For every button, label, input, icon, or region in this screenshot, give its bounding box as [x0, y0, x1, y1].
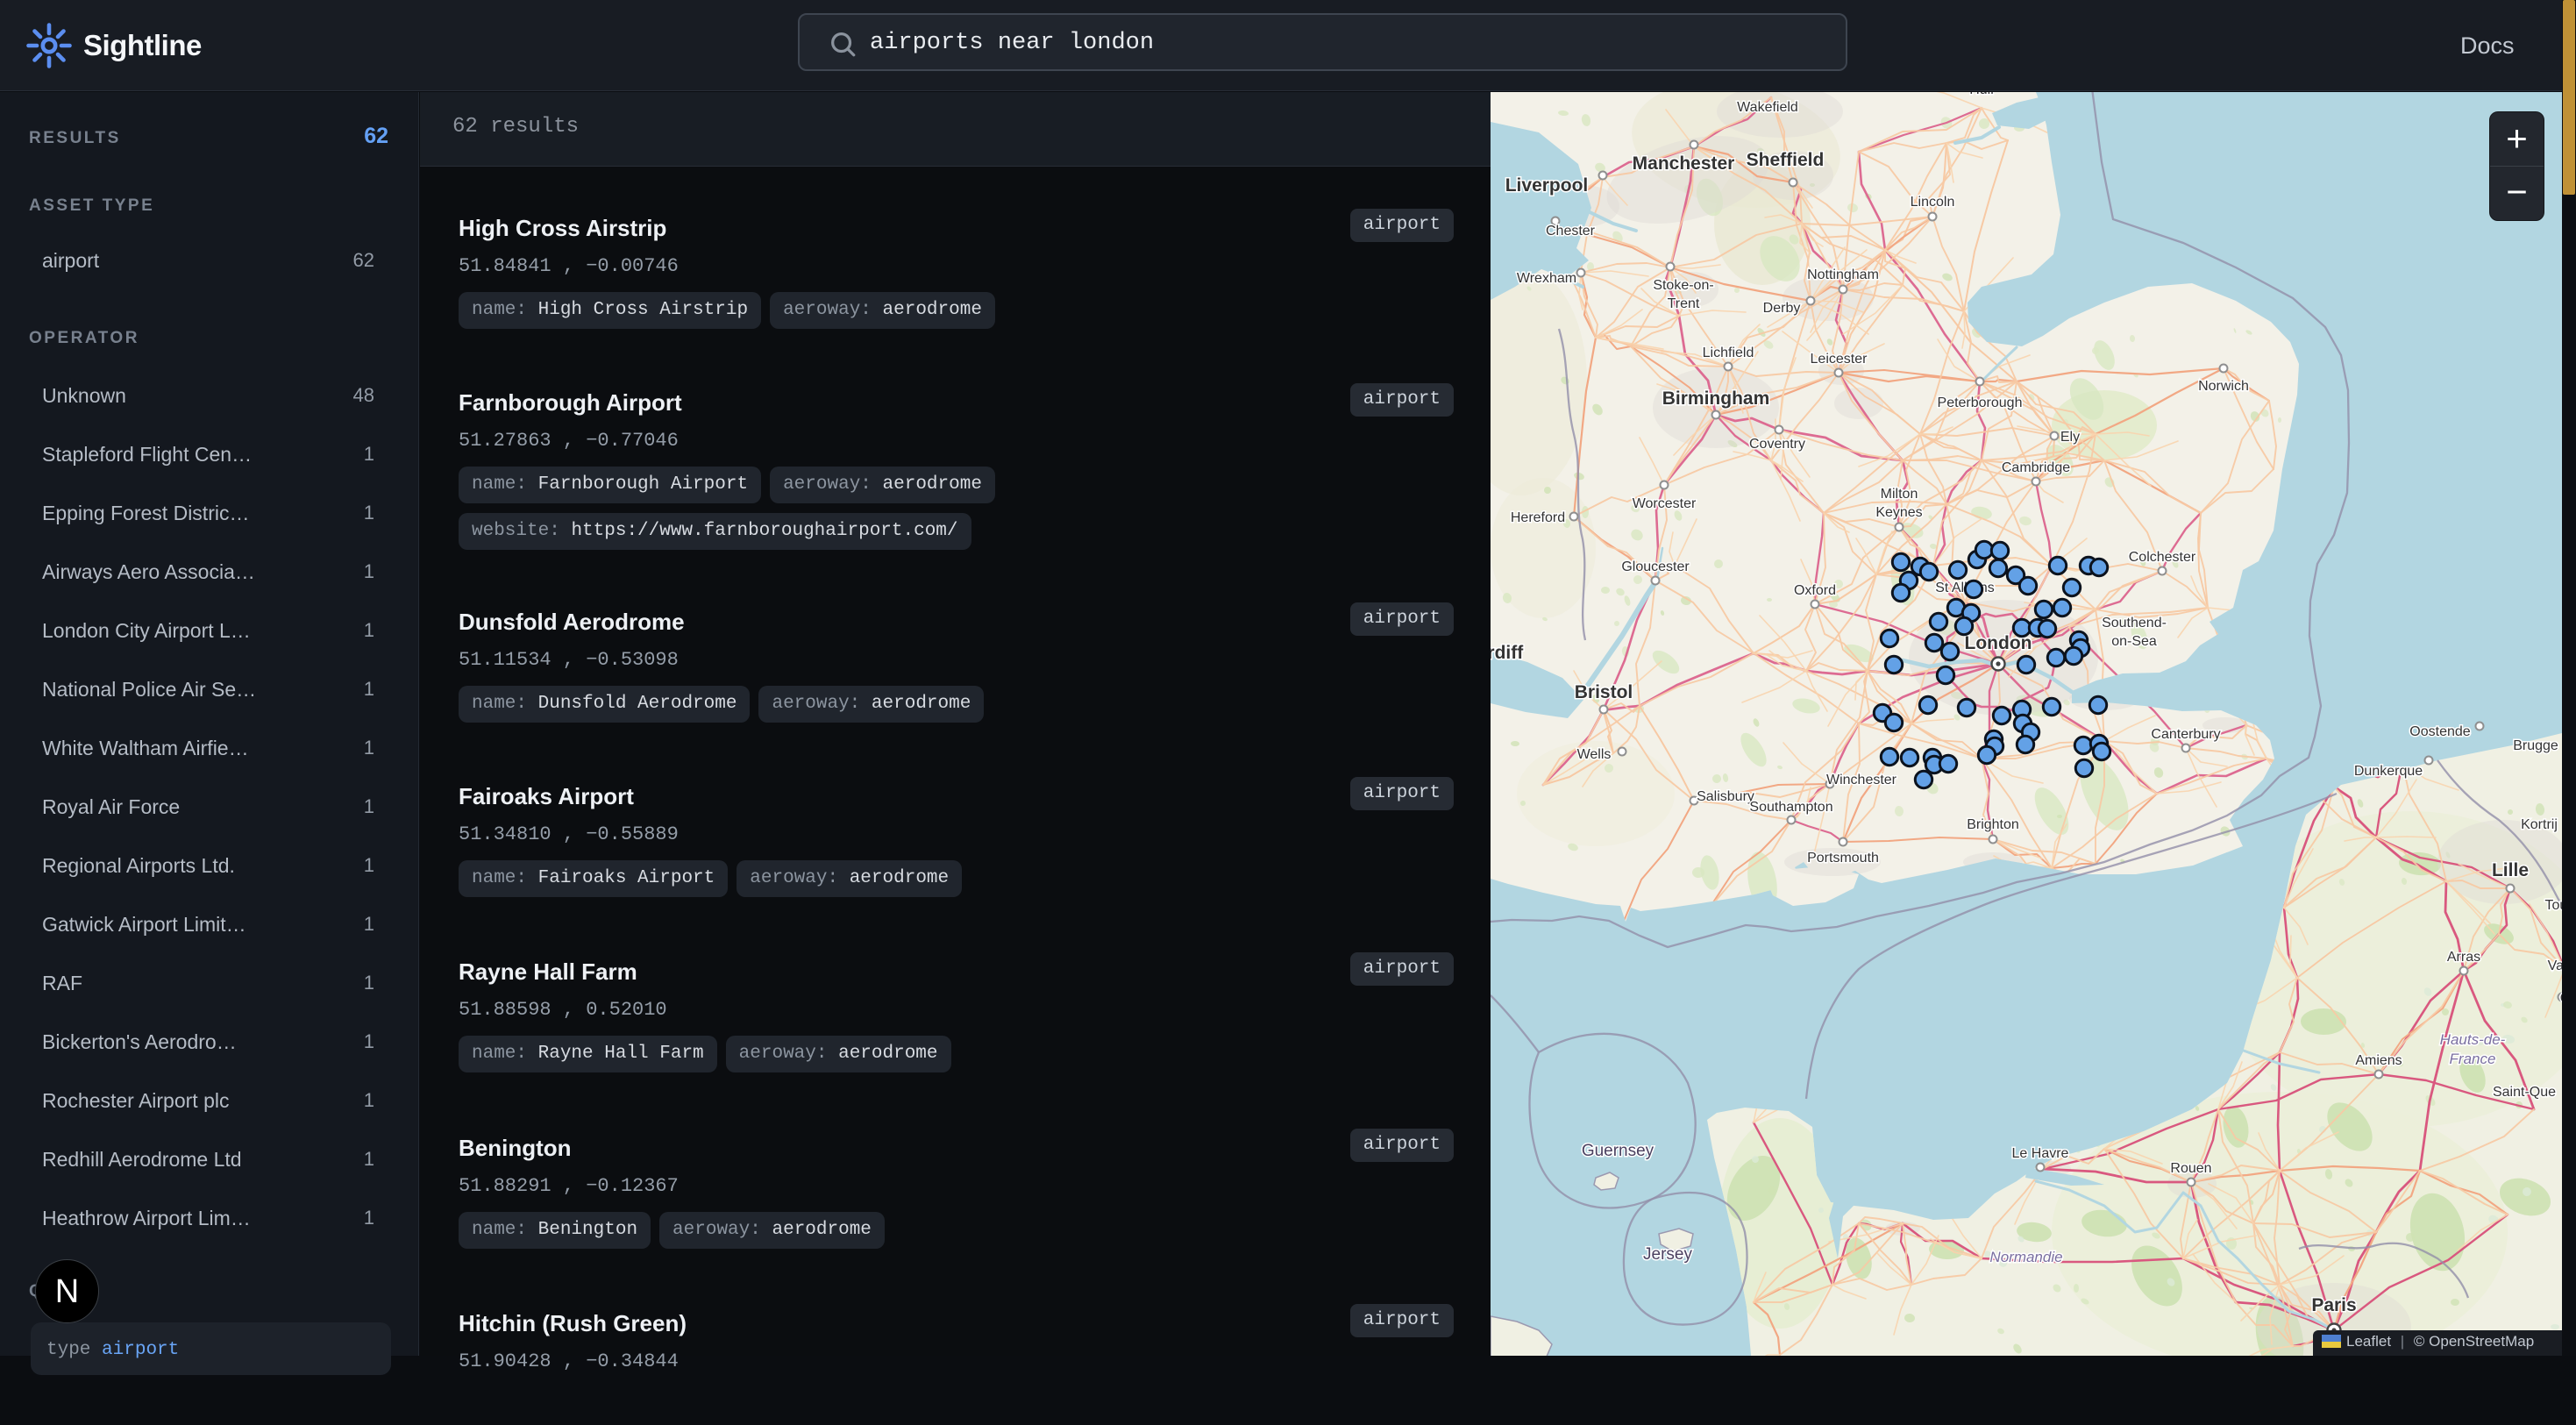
- svg-text:Cambridge: Cambridge: [2002, 460, 2070, 475]
- svg-text:Wrexham: Wrexham: [1517, 271, 1576, 286]
- svg-text:Oostende: Oostende: [2409, 724, 2470, 739]
- svg-text:Arras: Arras: [2447, 950, 2480, 965]
- svg-text:Le Havre: Le Havre: [2012, 1146, 2069, 1161]
- svg-text:Coventry: Coventry: [1749, 437, 1805, 452]
- svg-text:Ely: Ely: [2060, 430, 2080, 445]
- svg-text:Rouen: Rouen: [2170, 1161, 2211, 1176]
- svg-text:Portsmouth: Portsmouth: [1807, 851, 1879, 866]
- svg-text:Liverpool: Liverpool: [1505, 175, 1589, 196]
- svg-text:Winchester: Winchester: [1826, 773, 1897, 787]
- svg-text:Birmingham: Birmingham: [1662, 388, 1770, 409]
- svg-text:Trent: Trent: [1668, 296, 1700, 311]
- svg-text:France: France: [2450, 1051, 2496, 1067]
- svg-text:Hereford: Hereford: [1511, 510, 1565, 525]
- svg-text:Milton: Milton: [1881, 487, 1918, 502]
- svg-text:Lincoln: Lincoln: [1911, 195, 1955, 210]
- svg-text:Derby: Derby: [1763, 301, 1801, 316]
- svg-text:Lille: Lille: [2492, 860, 2529, 880]
- svg-text:Salisbury: Salisbury: [1697, 789, 1754, 804]
- svg-text:Hauts-de-: Hauts-de-: [2440, 1031, 2506, 1048]
- svg-text:Southend-: Southend-: [2102, 616, 2167, 631]
- svg-text:Jersey: Jersey: [1643, 1245, 1692, 1264]
- svg-text:Gloucester: Gloucester: [1621, 559, 1690, 574]
- svg-text:Saint-Que: Saint-Que: [2493, 1085, 2556, 1100]
- svg-text:Chester: Chester: [1546, 224, 1596, 239]
- svg-text:Kortrij: Kortrij: [2521, 817, 2558, 832]
- svg-text:Worcester: Worcester: [1633, 496, 1697, 511]
- svg-text:Wells: Wells: [1577, 747, 1612, 762]
- svg-text:Paris: Paris: [2311, 1295, 2356, 1315]
- svg-text:Colchester: Colchester: [2129, 550, 2196, 565]
- svg-text:ardiff: ardiff: [1491, 643, 1524, 663]
- svg-text:Oxford: Oxford: [1794, 583, 1836, 598]
- svg-text:Leicester: Leicester: [1811, 352, 1868, 367]
- svg-text:Norwich: Norwich: [2198, 379, 2249, 394]
- svg-text:Peterborough: Peterborough: [1938, 395, 2023, 410]
- svg-text:Keynes: Keynes: [1875, 505, 1922, 520]
- svg-text:Normandie: Normandie: [1989, 1249, 2062, 1265]
- svg-text:Wakefield: Wakefield: [1737, 100, 1798, 115]
- svg-text:Brugge: Brugge: [2513, 738, 2558, 753]
- svg-text:Stoke-on-: Stoke-on-: [1653, 278, 1713, 293]
- svg-text:Lichfield: Lichfield: [1703, 346, 1754, 360]
- svg-text:Amiens: Amiens: [2355, 1053, 2402, 1068]
- svg-text:Manchester: Manchester: [1633, 153, 1735, 174]
- svg-text:Guernsey: Guernsey: [1582, 1142, 1654, 1160]
- svg-text:on-Sea: on-Sea: [2111, 634, 2157, 649]
- svg-text:Nottingham: Nottingham: [1807, 267, 1879, 282]
- svg-text:Canterbury: Canterbury: [2151, 727, 2220, 742]
- svg-text:Bristol: Bristol: [1575, 682, 1633, 702]
- svg-text:Brighton: Brighton: [1967, 817, 2019, 832]
- svg-text:Sheffield: Sheffield: [1747, 150, 1825, 170]
- svg-text:Dunkerque: Dunkerque: [2354, 764, 2423, 779]
- svg-text:Southampton: Southampton: [1749, 800, 1832, 815]
- svg-text:Hull: Hull: [1969, 92, 1994, 97]
